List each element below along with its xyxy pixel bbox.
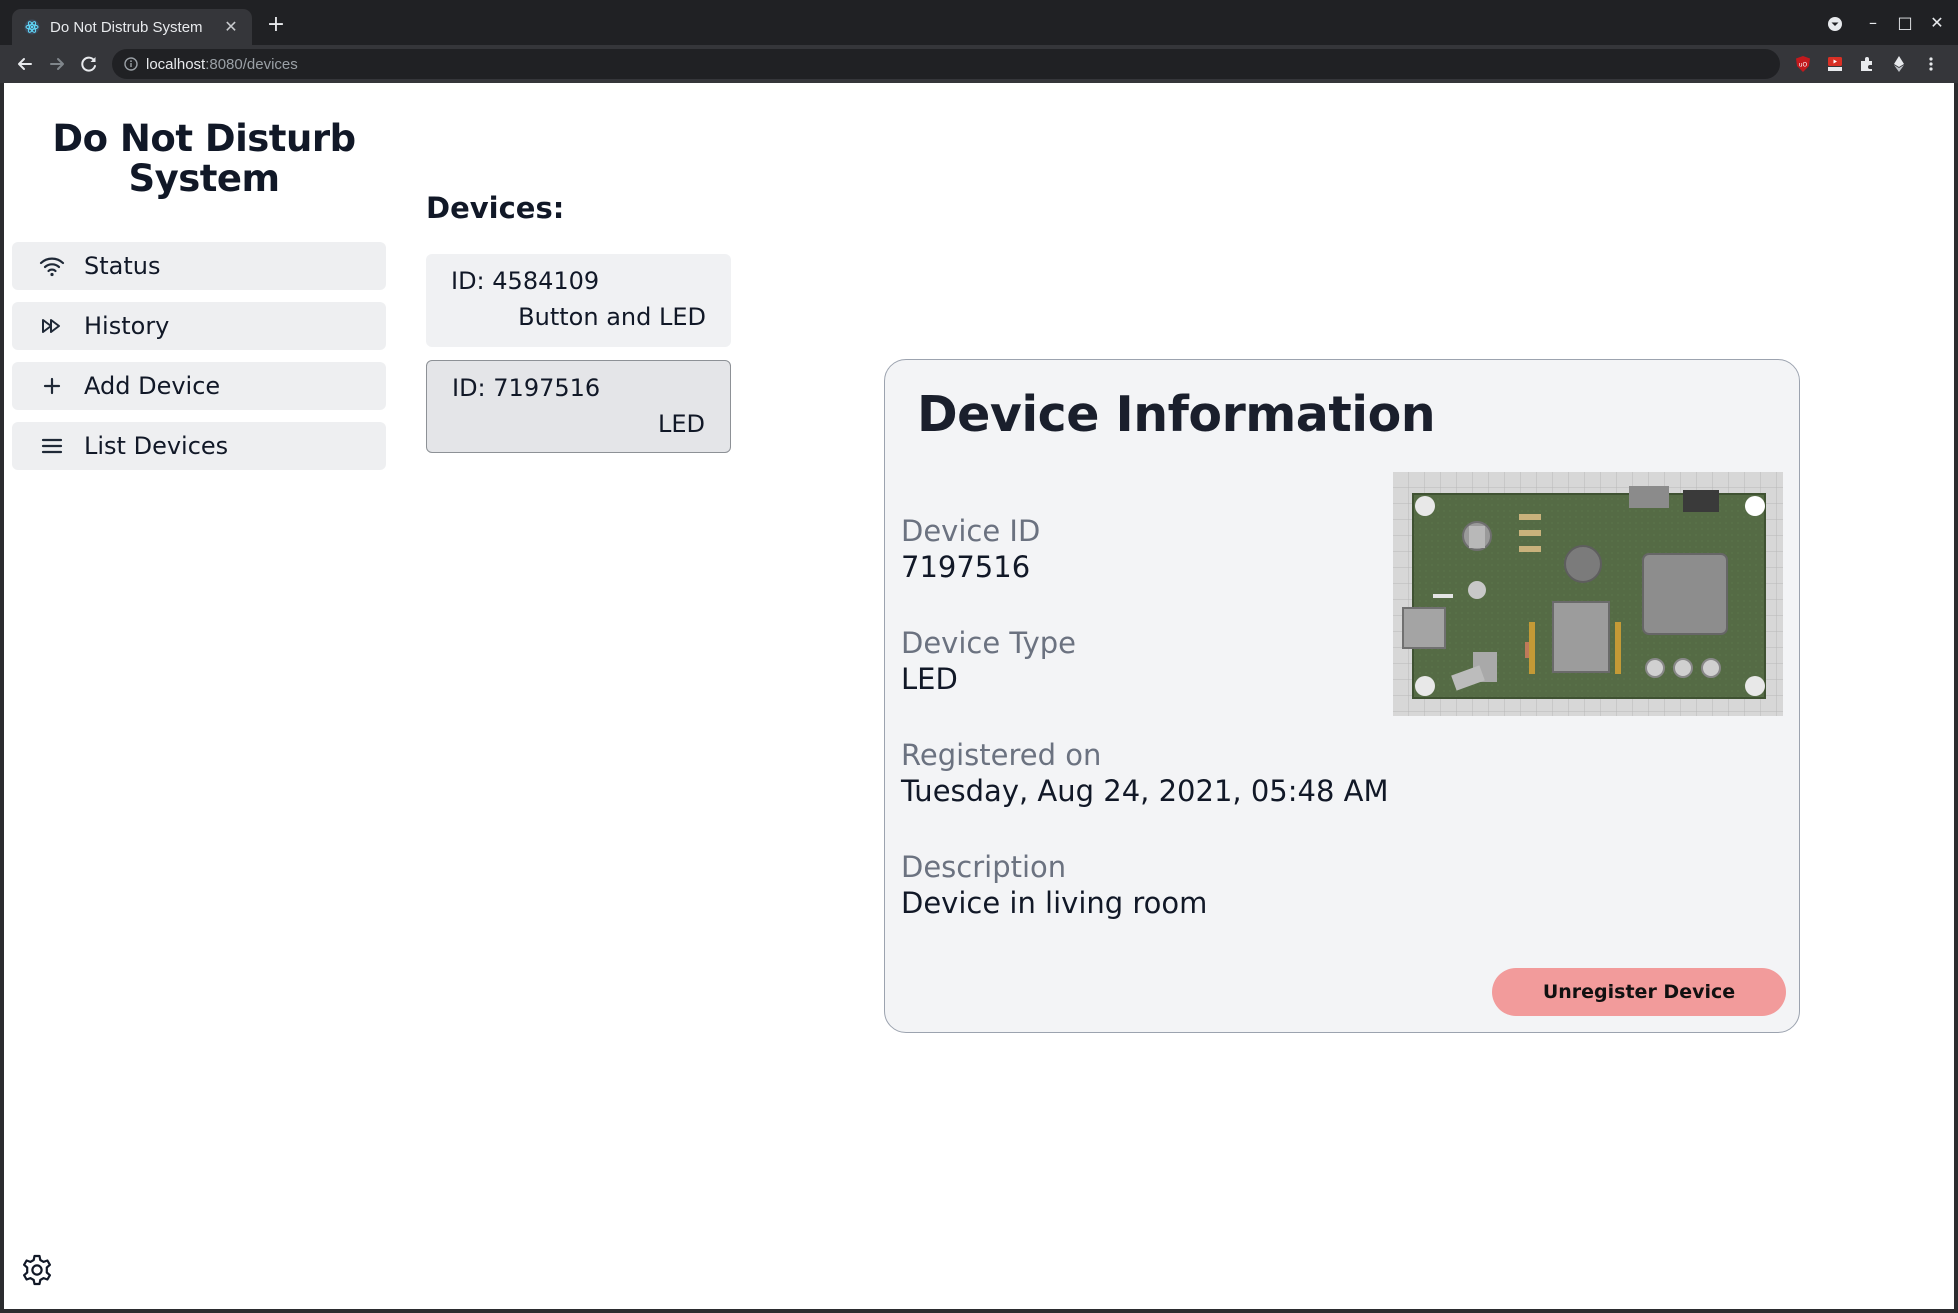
list-icon bbox=[41, 438, 63, 454]
browser-menu-icon[interactable] bbox=[1922, 55, 1940, 73]
url-path: :8080/devices bbox=[205, 55, 298, 73]
gear-icon[interactable] bbox=[20, 1253, 54, 1287]
device-type-label: Device Type bbox=[901, 626, 1077, 660]
devices-heading: Devices: bbox=[426, 191, 565, 225]
nav-label-add-device: Add Device bbox=[84, 372, 221, 400]
url-host: localhost bbox=[146, 55, 206, 73]
tab-close-icon[interactable]: ✕ bbox=[222, 17, 240, 37]
nav-item-status[interactable]: Status bbox=[12, 242, 386, 290]
video-extension-icon[interactable] bbox=[1826, 55, 1844, 73]
unregister-device-button[interactable]: Unregister Device bbox=[1492, 968, 1786, 1016]
nav-item-history[interactable]: History bbox=[12, 302, 386, 350]
maximize-button[interactable]: □ bbox=[1890, 10, 1920, 36]
react-favicon-icon bbox=[24, 19, 40, 35]
page-viewport: Do Not Disturb System Status History Add… bbox=[4, 83, 1954, 1309]
plus-icon bbox=[43, 377, 61, 395]
nav-label-history: History bbox=[84, 312, 170, 340]
profile-dropdown-icon[interactable] bbox=[1820, 10, 1850, 36]
browser-tab-bar: Do Not Distrub System ✕ + – □ ✕ bbox=[0, 0, 1958, 45]
device-type-value: LED bbox=[901, 662, 958, 696]
device-card-id: ID: 4584109 bbox=[451, 267, 600, 295]
new-tab-button[interactable]: + bbox=[264, 13, 288, 37]
device-id-label: Device ID bbox=[901, 514, 1041, 548]
wifi-icon bbox=[39, 257, 65, 277]
ethereum-extension-icon[interactable] bbox=[1890, 55, 1908, 73]
nav-label-status: Status bbox=[84, 252, 161, 280]
device-information-panel: Device Information Device ID 7197516 Dev… bbox=[884, 359, 1800, 1033]
device-card-id: ID: 7197516 bbox=[452, 374, 601, 402]
device-id-value: 7197516 bbox=[901, 550, 1031, 584]
site-info-icon[interactable] bbox=[124, 57, 138, 71]
description-value: Device in living room bbox=[901, 886, 1208, 920]
ublock-extension-icon[interactable]: uO bbox=[1794, 55, 1812, 73]
device-card-type: LED bbox=[657, 410, 705, 438]
nav-label-list-devices: List Devices bbox=[84, 432, 229, 460]
nav-item-add-device[interactable]: Add Device bbox=[12, 362, 386, 410]
fast-forward-icon bbox=[42, 319, 60, 333]
minimize-button[interactable]: – bbox=[1858, 10, 1888, 36]
browser-toolbar: localhost :8080/devices uO bbox=[0, 45, 1958, 83]
svg-text:uO: uO bbox=[1799, 62, 1808, 69]
extensions-puzzle-icon[interactable] bbox=[1858, 55, 1876, 73]
reload-icon[interactable] bbox=[76, 51, 102, 77]
description-label: Description bbox=[901, 850, 1067, 884]
address-bar[interactable]: localhost :8080/devices bbox=[112, 49, 1780, 79]
device-information-title: Device Information bbox=[917, 386, 1436, 443]
registered-on-value: Tuesday, Aug 24, 2021, 05:48 AM bbox=[901, 774, 1389, 808]
forward-arrow-icon[interactable] bbox=[44, 51, 70, 77]
device-card-type: Button and LED bbox=[518, 303, 706, 331]
app-title: Do Not Disturb System bbox=[52, 117, 356, 200]
nav-item-list-devices[interactable]: List Devices bbox=[12, 422, 386, 470]
back-arrow-icon[interactable] bbox=[12, 51, 38, 77]
device-pcb-image bbox=[1393, 472, 1783, 716]
tab-title: Do Not Distrub System bbox=[50, 18, 203, 36]
device-card[interactable]: ID: 4584109 Button and LED bbox=[426, 254, 731, 347]
device-card-selected[interactable]: ID: 7197516 LED bbox=[426, 360, 731, 453]
close-window-button[interactable]: ✕ bbox=[1922, 10, 1952, 36]
registered-on-label: Registered on bbox=[901, 738, 1102, 772]
browser-tab[interactable]: Do Not Distrub System ✕ bbox=[12, 9, 252, 45]
